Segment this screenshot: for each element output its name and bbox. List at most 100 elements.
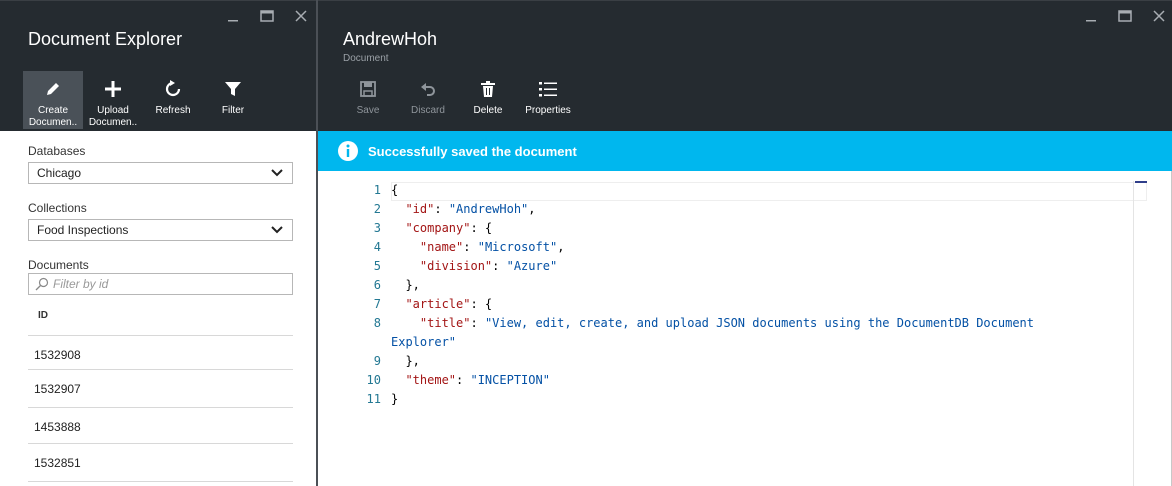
pencil-icon xyxy=(43,79,63,99)
banner-message: Successfully saved the document xyxy=(368,143,577,159)
json-punctuation: }, xyxy=(391,278,420,292)
upload-document-label: Upload Documen.. xyxy=(88,105,138,128)
upload-document-button[interactable]: Upload Documen.. xyxy=(83,71,143,129)
collections-select[interactable]: Food Inspections xyxy=(28,219,293,241)
document-row[interactable]: 1532908 xyxy=(28,335,293,373)
line-number: 11 xyxy=(366,392,381,406)
code-line: "id": "AndrewHoh", xyxy=(391,202,536,216)
json-key: "name" xyxy=(419,240,464,254)
document-id: 1453888 xyxy=(34,419,81,434)
line-number: 6 xyxy=(373,278,381,292)
json-punctuation: : xyxy=(470,316,485,330)
app-root: Document Explorer Create Documen.. Uploa… xyxy=(0,0,1172,486)
json-punctuation: : xyxy=(492,259,507,273)
json-punctuation: : { xyxy=(470,221,493,235)
code-line: "division": "Azure" xyxy=(391,259,557,273)
left-window-controls xyxy=(216,7,318,25)
json-punctuation xyxy=(391,373,405,387)
discard-label: Discard xyxy=(411,105,445,116)
json-string: "AndrewHoh" xyxy=(448,202,529,216)
document-row[interactable]: 1453888 xyxy=(28,407,293,445)
refresh-label: Refresh xyxy=(155,105,191,116)
delete-label: Delete xyxy=(473,105,503,116)
json-punctuation xyxy=(391,221,405,235)
databases-label: Databases xyxy=(28,144,86,158)
refresh-button[interactable]: Refresh xyxy=(143,71,203,129)
json-string: "Microsoft" xyxy=(477,240,558,254)
left-command-bar: Create Documen.. Upload Documen.. Refres… xyxy=(23,71,263,129)
discard-button[interactable]: Discard xyxy=(398,71,458,129)
line-number: 8 xyxy=(373,316,381,330)
plus-icon xyxy=(103,79,123,99)
json-editor[interactable]: 1{2 "id": "AndrewHoh", 3 "company": {4 "n… xyxy=(318,171,1172,486)
create-document-button[interactable]: Create Documen.. xyxy=(23,71,83,129)
document-id: 1532907 xyxy=(34,381,81,396)
delete-button[interactable]: Delete xyxy=(458,71,518,129)
minimize-icon[interactable] xyxy=(1074,7,1108,25)
properties-label: Properties xyxy=(525,105,571,116)
json-key: "id" xyxy=(405,202,435,216)
line-number: 2 xyxy=(373,202,381,216)
document-id: 1532851 xyxy=(34,455,81,470)
json-punctuation xyxy=(391,316,420,330)
maximize-icon[interactable] xyxy=(250,7,284,25)
json-punctuation xyxy=(391,240,420,254)
json-punctuation: , xyxy=(557,240,565,254)
json-punctuation: : xyxy=(434,202,449,216)
success-banner: Successfully saved the document xyxy=(318,131,1172,171)
collections-value: Food Inspections xyxy=(37,223,129,237)
save-icon xyxy=(358,79,378,99)
code-line: "article": { xyxy=(391,297,492,311)
json-key: "article" xyxy=(405,297,471,311)
json-punctuation xyxy=(391,202,405,216)
json-punctuation xyxy=(391,259,420,273)
document-row[interactable]: 1532851 xyxy=(28,443,293,481)
save-label: Save xyxy=(356,105,380,116)
line-number: 1 xyxy=(373,183,381,197)
create-document-label: Create Documen.. xyxy=(28,105,78,128)
properties-button[interactable]: Properties xyxy=(518,71,578,129)
code-line: Explorer" xyxy=(391,335,456,349)
code-line: "title": "View, edit, create, and upload… xyxy=(391,316,1034,330)
line-number: 10 xyxy=(366,373,381,387)
editor-ruler xyxy=(1133,181,1134,486)
document-subtitle: Document xyxy=(343,53,389,64)
document-command-bar: Save Discard Delete Properties xyxy=(338,71,578,129)
code-line: }, xyxy=(391,278,420,292)
document-explorer-header: Document Explorer Create Documen.. Uploa… xyxy=(0,0,316,131)
id-column-header: ID xyxy=(38,310,48,321)
document-id: 1532908 xyxy=(34,347,81,362)
line-number: 4 xyxy=(373,240,381,254)
filter-button[interactable]: Filter xyxy=(203,71,263,129)
list-icon xyxy=(538,79,558,99)
save-button[interactable]: Save xyxy=(338,71,398,129)
chevron-down-icon xyxy=(271,169,283,177)
collections-label: Collections xyxy=(28,201,87,215)
document-explorer-blade: Document Explorer Create Documen.. Uploa… xyxy=(0,0,316,486)
refresh-icon xyxy=(163,79,183,99)
code-line: } xyxy=(391,392,398,406)
maximize-icon[interactable] xyxy=(1108,7,1142,25)
json-punctuation: , xyxy=(528,202,536,216)
documents-label: Documents xyxy=(28,258,89,272)
json-punctuation: : xyxy=(456,373,471,387)
json-punctuation: : xyxy=(463,240,478,254)
document-title: AndrewHoh xyxy=(343,29,438,49)
filter-by-id-input[interactable] xyxy=(53,277,273,291)
databases-select[interactable]: Chicago xyxy=(28,162,293,184)
close-icon[interactable] xyxy=(1142,7,1172,25)
info-icon xyxy=(338,141,358,161)
document-row[interactable]: 1532907 xyxy=(28,369,293,407)
json-key: "division" xyxy=(419,259,493,273)
json-key: "company" xyxy=(405,221,471,235)
right-window-controls xyxy=(1074,7,1172,25)
close-icon[interactable] xyxy=(284,7,318,25)
undo-icon xyxy=(418,79,438,99)
blade-title: Document Explorer xyxy=(28,29,183,49)
line-number: 5 xyxy=(373,259,381,273)
filter-by-id-field[interactable] xyxy=(28,273,293,295)
current-line-highlight xyxy=(391,182,1147,201)
minimize-icon[interactable] xyxy=(216,7,250,25)
json-punctuation: { xyxy=(391,183,399,197)
search-icon xyxy=(35,277,49,291)
